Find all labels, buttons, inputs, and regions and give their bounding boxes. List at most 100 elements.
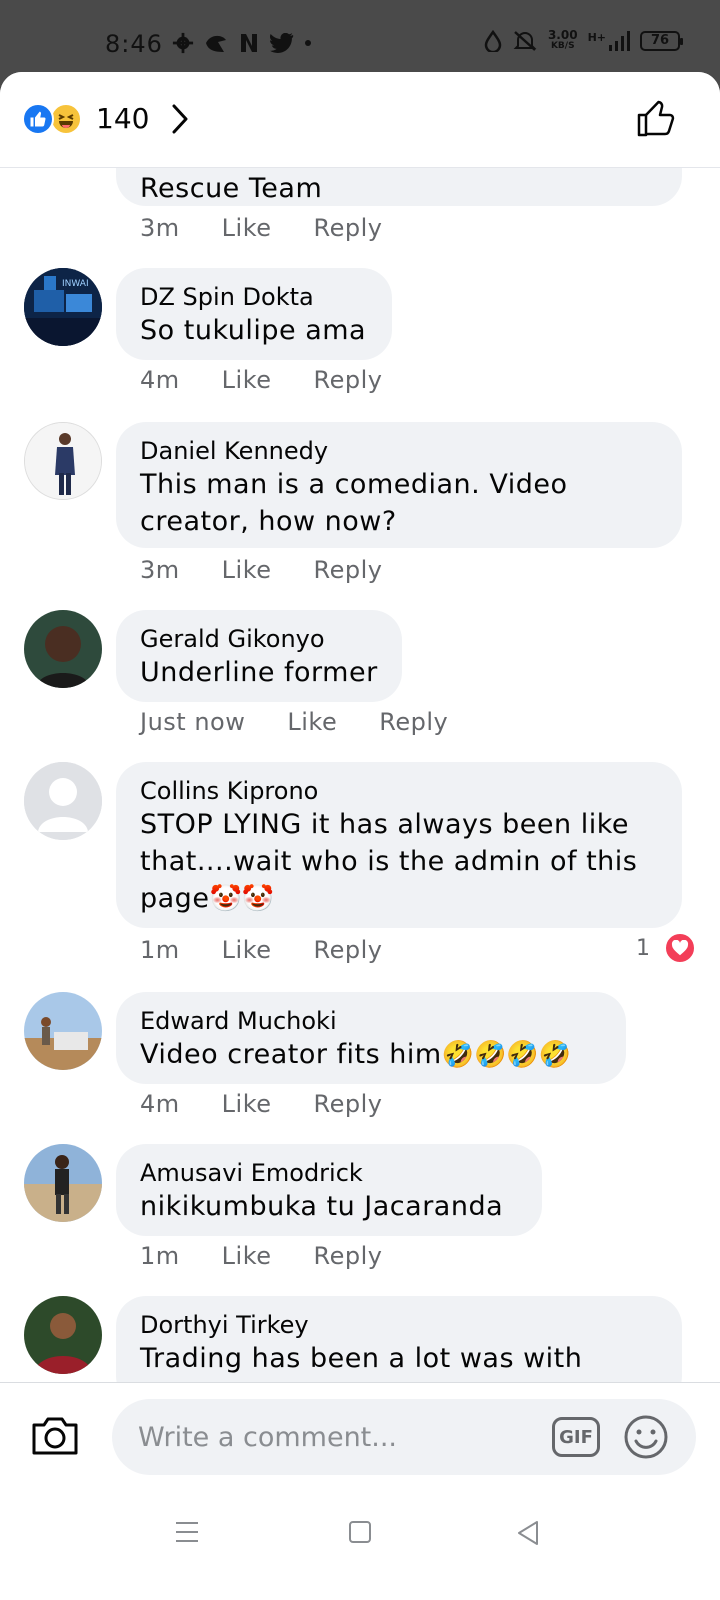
like-reaction-icon <box>22 102 54 135</box>
status-left-icons <box>172 32 312 54</box>
comment-time: 3m <box>140 556 180 584</box>
reply-link[interactable]: Reply <box>314 214 383 242</box>
comment-bubble[interactable]: Edward Muchoki Video creator fits him🤣🤣🤣… <box>116 992 626 1084</box>
comment-input[interactable] <box>138 1417 518 1457</box>
comment-time: Just now <box>140 708 246 736</box>
comment-text: Underline former <box>140 657 378 688</box>
comment-reactions[interactable]: 1 <box>636 932 696 964</box>
like-link[interactable]: Like <box>222 1090 272 1118</box>
like-link[interactable]: Like <box>222 214 272 242</box>
comment-text: Rescue Team <box>140 173 323 204</box>
reply-link[interactable]: Reply <box>314 1090 383 1118</box>
comment-text: nikikumbuka tu Jacaranda <box>140 1191 504 1222</box>
commenter-name[interactable]: Amusavi Emodrick <box>140 1158 518 1188</box>
reply-link[interactable]: Reply <box>379 708 448 736</box>
comment-bubble[interactable]: Collins Kiprono STOP LYING it has always… <box>116 762 682 928</box>
comment-bubble[interactable]: Daniel Kennedy This man is a comedian. V… <box>116 422 682 548</box>
avatar[interactable] <box>24 610 102 688</box>
netflix-icon <box>241 34 257 52</box>
svg-text:INWAI: INWAI <box>62 279 89 289</box>
commenter-name[interactable]: Collins Kiprono <box>140 776 658 806</box>
comment-text: This man is a comedian. Video creator, h… <box>140 469 568 537</box>
comment-meta: 3m Like Reply <box>140 556 424 584</box>
reply-link[interactable]: Reply <box>314 1242 383 1270</box>
settings-icon <box>172 32 194 54</box>
camera-icon[interactable] <box>30 1413 80 1457</box>
menu-nav-icon[interactable] <box>174 1520 200 1544</box>
smiley-icon[interactable] <box>622 1413 670 1461</box>
app-icon <box>206 35 226 52</box>
thumbs-up-icon[interactable] <box>636 98 676 138</box>
system-nav-bar <box>0 1482 720 1600</box>
status-bar: 8:46 3.00 KB/S H+ 76 <box>0 0 720 72</box>
comment-time: 3m <box>140 214 180 242</box>
twitter-icon <box>270 33 294 53</box>
comment-meta: 4m Like Reply <box>140 1090 424 1118</box>
comment-meta: 1m Like Reply <box>140 1242 424 1270</box>
like-link[interactable]: Like <box>287 708 337 736</box>
battery-icon: 76 <box>640 31 683 51</box>
commenter-name[interactable]: Edward Muchoki <box>140 1006 602 1036</box>
comment-time: 1m <box>140 936 180 964</box>
network-type: H+ <box>587 31 606 44</box>
comment-text: Trading has been a lot was with <box>140 1343 583 1374</box>
commenter-name[interactable]: Dorthyi Tirkey <box>140 1310 658 1340</box>
comment-emoji: 🤣🤣🤣🤣 <box>441 1040 572 1070</box>
like-link[interactable]: Like <box>222 936 272 964</box>
like-link[interactable]: Like <box>222 556 272 584</box>
speed-value: 3.00 <box>547 28 578 42</box>
signal-group: H+ <box>588 31 630 51</box>
comment-text-wrap: STOP LYING it has always been like that.… <box>140 806 660 917</box>
chevron-right-icon <box>172 104 188 133</box>
avatar[interactable] <box>24 1144 102 1222</box>
comment-bubble[interactable]: DZ Spin Dokta So tukulipe ama <box>116 268 392 360</box>
back-nav-icon[interactable] <box>516 1520 540 1546</box>
comment-emoji: 🤡🤡 <box>209 884 275 914</box>
comment-meta: 3m Like Reply <box>140 214 424 242</box>
comment-time: 4m <box>140 1090 180 1118</box>
comment-time: 4m <box>140 366 180 394</box>
reply-link[interactable]: Reply <box>314 556 383 584</box>
comments-list[interactable]: Rescue Team 3m Like Reply INWAI DZ Spin … <box>0 168 720 1384</box>
avatar[interactable] <box>24 762 102 840</box>
comment-composer: GIF <box>0 1382 720 1482</box>
comments-sheet: 140 Rescue Team 3m Like Reply INWAI DZ S… <box>0 72 720 1600</box>
avatar[interactable] <box>24 422 102 500</box>
comment-time: 1m <box>140 1242 180 1270</box>
reactions-header: 140 <box>0 72 720 168</box>
comment-meta: 1m Like Reply <box>140 936 424 964</box>
commenter-name[interactable]: Daniel Kennedy <box>140 436 658 466</box>
comment-meta: 4m Like Reply <box>140 366 424 394</box>
comment-bubble[interactable]: Amusavi Emodrick nikikumbuka tu Jacarand… <box>116 1144 542 1236</box>
reply-link[interactable]: Reply <box>314 936 383 964</box>
network-speed: 3.00 KB/S <box>547 28 578 52</box>
home-nav-icon[interactable] <box>348 1520 372 1544</box>
mute-icon <box>513 31 537 51</box>
comment-input-box: GIF <box>112 1399 696 1475</box>
commenter-name[interactable]: Gerald Gikonyo <box>140 624 378 654</box>
comment-reaction-count: 1 <box>636 935 650 961</box>
comment-text-wrap: Video creator fits him🤣🤣🤣🤣 <box>140 1036 602 1073</box>
commenter-name[interactable]: DZ Spin Dokta <box>140 282 368 312</box>
comment-bubble[interactable]: Gerald Gikonyo Underline former <box>116 610 402 702</box>
avatar[interactable] <box>24 992 102 1070</box>
speed-unit: KB/S <box>550 41 575 51</box>
avatar[interactable]: INWAI <box>24 268 102 346</box>
comment-meta: Just now Like Reply <box>140 708 490 736</box>
reactions-summary[interactable]: 140 <box>22 102 189 135</box>
dot-icon <box>305 40 311 46</box>
like-link[interactable]: Like <box>222 366 272 394</box>
signal-icon <box>609 31 630 51</box>
comment-text: So tukulipe ama <box>140 315 367 346</box>
avatar[interactable] <box>24 1296 102 1374</box>
status-time: 8:46 <box>105 30 163 58</box>
data-saver-icon <box>484 30 502 52</box>
gif-icon[interactable]: GIF <box>552 1417 600 1457</box>
reaction-count: 140 <box>96 102 150 135</box>
comment-text: Video creator fits him <box>140 1039 442 1070</box>
comment-bubble[interactable]: Dorthyi Tirkey Trading has been a lot wa… <box>116 1296 682 1384</box>
comment-bubble[interactable]: Rescue Team <box>116 168 682 206</box>
reply-link[interactable]: Reply <box>314 366 383 394</box>
like-link[interactable]: Like <box>222 1242 272 1270</box>
haha-reaction-icon <box>50 102 82 135</box>
